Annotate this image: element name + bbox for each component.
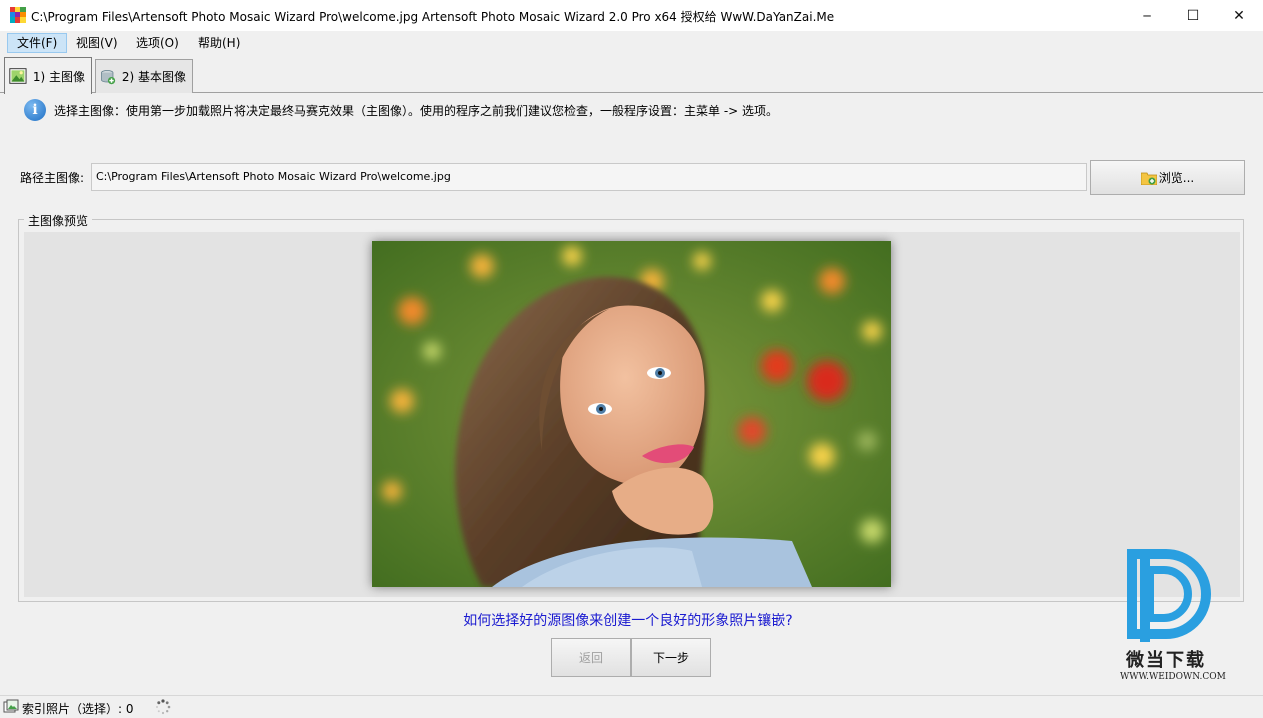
- weidown-logo-icon: [1127, 549, 1211, 642]
- info-row: i 选择主图像：使用第一步加载照片将决定最终马赛克效果（主图像）。使用的程序之前…: [24, 99, 778, 121]
- minimize-button[interactable]: ─: [1124, 0, 1170, 31]
- back-button[interactable]: 返回: [551, 638, 631, 677]
- maximize-icon: ☐: [1186, 7, 1200, 24]
- browse-label: 浏览...: [1158, 171, 1195, 185]
- watermark-logo: 微当下载 WWW.WEIDOWN.COM: [1120, 548, 1240, 688]
- images-icon: [3, 699, 19, 713]
- menu-help[interactable]: 帮助(H): [188, 33, 250, 53]
- path-label: 路径主图像:: [20, 171, 85, 185]
- database-add-icon: [101, 69, 116, 84]
- menu-file[interactable]: 文件(F): [7, 33, 68, 53]
- next-button[interactable]: 下一步: [631, 638, 711, 677]
- close-icon: ✕: [1233, 7, 1245, 24]
- tab-main-image-label: 1) 主图像: [32, 69, 85, 84]
- status-text: 索引照片（选择）: 0: [22, 702, 134, 716]
- watermark-url: WWW.WEIDOWN.COM: [1120, 672, 1226, 682]
- minimize-icon: ─: [1143, 8, 1151, 23]
- status-bar: 索引照片（选择）: 0: [0, 695, 1263, 718]
- maximize-button[interactable]: ☐: [1170, 0, 1216, 31]
- menu-view[interactable]: 视图(V): [66, 33, 128, 53]
- folder-add-icon: [1140, 172, 1157, 185]
- tab-main-image[interactable]: 1) 主图像: [4, 57, 92, 94]
- tab-base-images-label: 2) 基本图像: [121, 70, 186, 84]
- browse-button[interactable]: 浏览...: [1090, 160, 1245, 195]
- title-bar: C:\Program Files\Artensoft Photo Mosaic …: [0, 0, 1263, 31]
- close-button[interactable]: ✕: [1216, 0, 1262, 31]
- image-icon: [9, 68, 27, 84]
- help-link[interactable]: 如何选择好的源图像来创建一个良好的形象照片镶嵌?: [0, 610, 1256, 630]
- tab-base-images[interactable]: 2) 基本图像: [95, 59, 193, 93]
- preview-legend: 主图像预览: [24, 212, 93, 229]
- window-title: C:\Program Files\Artensoft Photo Mosaic …: [31, 10, 835, 24]
- path-field[interactable]: C:\Program Files\Artensoft Photo Mosaic …: [91, 163, 1087, 191]
- main-image-preview: [372, 241, 891, 587]
- tab-strip: 1) 主图像 2) 基本图像: [0, 56, 1263, 94]
- menu-options[interactable]: 选项(O): [126, 33, 189, 53]
- info-icon: i: [24, 99, 46, 121]
- menu-bar: 文件(F) 视图(V) 选项(O) 帮助(H): [0, 31, 1263, 55]
- watermark-brand: 微当下载: [1126, 650, 1206, 671]
- app-icon: [10, 7, 26, 23]
- portrait-photo: [372, 241, 891, 587]
- loading-spinner-icon: [156, 699, 171, 715]
- info-text: 选择主图像：使用第一步加载照片将决定最终马赛克效果（主图像）。使用的程序之前我们…: [54, 103, 779, 118]
